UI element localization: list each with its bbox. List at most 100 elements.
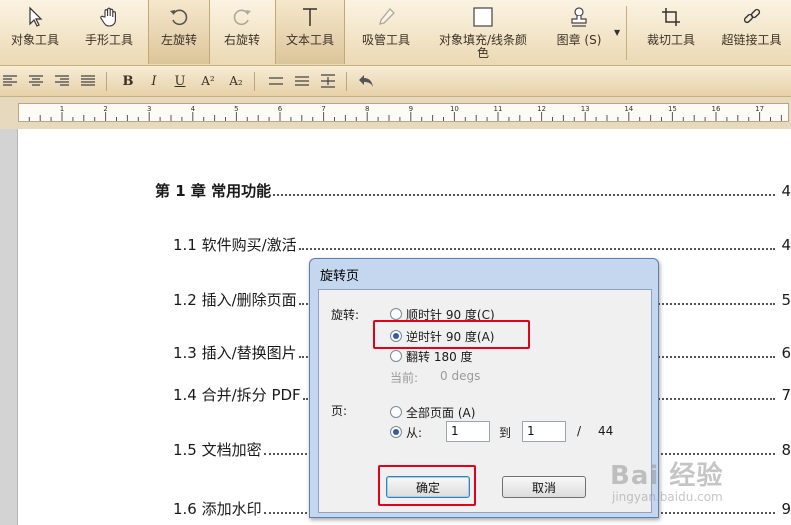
stamp-dropdown-arrow-icon[interactable]: ▼: [614, 28, 620, 37]
ruler-number: 17: [755, 105, 764, 113]
toc-entry[interactable]: 第 1 章 常用功能 4: [155, 180, 791, 201]
all-pages-radio[interactable]: [390, 406, 402, 418]
line-spacing-double-icon[interactable]: [292, 71, 312, 91]
superscript-button[interactable]: A²: [198, 71, 218, 91]
pages-label: 页:: [331, 404, 348, 418]
toc-title: 第 1 章 常用功能: [155, 182, 272, 200]
watermark-brand: Bai 经验: [610, 461, 724, 491]
from-page-input[interactable]: 1: [446, 421, 490, 442]
align-left-icon[interactable]: [0, 71, 20, 91]
ruler-number: 7: [321, 105, 325, 113]
hyperlink-icon: [741, 0, 763, 34]
to-page-input[interactable]: 1: [522, 421, 566, 442]
rotate-left-button[interactable]: 左旋转: [148, 0, 210, 64]
fill-color-button[interactable]: 对象填充/线条颜色: [428, 0, 538, 64]
eyedropper-button[interactable]: 吸管工具: [348, 0, 424, 64]
subscript-button[interactable]: A₂: [226, 71, 246, 91]
toc-leader-dots: [298, 248, 776, 250]
hyperlink-tool-label: 超链接工具: [721, 33, 782, 47]
flip-180-radio[interactable]: [390, 350, 402, 362]
ruler-ticks: 1 2 3 4 5 6 7 8 9 10 11 12 13 14 15 16 17: [28, 105, 782, 121]
ruler-number: 12: [537, 105, 546, 113]
italic-button[interactable]: I: [144, 71, 164, 91]
total-pages-value: 44: [598, 424, 614, 438]
ruler-number: 9: [409, 105, 413, 113]
text-tool-label: 文本工具: [285, 33, 334, 47]
fill-color-label: 对象填充/线条颜色: [438, 33, 528, 60]
rotate-left-label: 左旋转: [160, 33, 197, 47]
format-toolbar: B I U A² A₂: [0, 66, 791, 97]
object-tool-label: 对象工具: [10, 33, 59, 47]
object-tool-button[interactable]: 对象工具: [0, 0, 70, 64]
underline-button[interactable]: U: [170, 71, 190, 91]
align-right-icon[interactable]: [52, 71, 72, 91]
rotate-right-label: 右旋转: [223, 33, 260, 47]
ruler-number: 10: [450, 105, 459, 113]
main-toolbar: 对象工具 手形工具 左旋转 右旋转 文本工具 吸管工具 对象填充/线条颜色 图章…: [0, 0, 791, 66]
page-separator-slash: /: [577, 424, 582, 438]
line-spacing-single-icon[interactable]: [266, 71, 286, 91]
format-separator: [106, 72, 107, 91]
toc-title: 1.6 添加水印: [173, 500, 262, 518]
eyedropper-label: 吸管工具: [361, 33, 410, 47]
current-rotation-label: 当前:: [390, 371, 419, 385]
rotate-left-icon: [168, 0, 190, 34]
text-tool-icon: [299, 0, 321, 34]
ruler-number: 14: [624, 105, 633, 113]
toc-title: 1.5 文档加密: [173, 441, 262, 459]
stamp-label: 图章 (S): [556, 33, 602, 47]
ruler-number: 13: [581, 105, 590, 113]
flip-180-label[interactable]: 翻转 180 度: [406, 348, 473, 365]
toc-title: 1.4 合并/拆分 PDF: [173, 386, 301, 404]
toc-title: 1.3 插入/替换图片: [173, 344, 297, 362]
hyperlink-tool-button[interactable]: 超链接工具: [712, 0, 791, 64]
paragraph-spacing-icon[interactable]: [318, 71, 338, 91]
eyedropper-icon: [375, 0, 397, 34]
toc-page-number: 9: [781, 500, 791, 518]
toolbar-separator: [626, 6, 627, 60]
toc-page-number: 5: [781, 291, 791, 309]
ruler-number: 2: [103, 105, 107, 113]
text-tool-button[interactable]: 文本工具: [275, 0, 345, 64]
bold-button[interactable]: B: [118, 71, 138, 91]
crop-tool-label: 裁切工具: [646, 33, 695, 47]
dialog-title: 旋转页: [320, 269, 360, 284]
toc-entry[interactable]: 1.1 软件购买/激活 4: [173, 234, 791, 255]
rotate-page-dialog: 旋转页 旋转: 顺时针 90 度(C) 逆时针 90 度(A) 翻转 180 度…: [309, 258, 659, 518]
toc-title: 1.1 软件购买/激活: [173, 236, 297, 254]
toc-page-number: 8: [781, 441, 791, 459]
all-pages-label[interactable]: 全部页面 (A): [406, 404, 475, 421]
watermark-url: jingyan.baidu.com: [612, 490, 723, 504]
rotate-right-button[interactable]: 右旋转: [211, 0, 273, 64]
toc-page-number: 6: [781, 344, 791, 362]
hand-tool-button[interactable]: 手形工具: [72, 0, 146, 64]
hand-tool-label: 手形工具: [84, 33, 133, 47]
align-center-icon[interactable]: [26, 71, 46, 91]
ruler-number: 5: [234, 105, 238, 113]
highlight-counterclockwise-option: [373, 320, 530, 349]
horizontal-ruler: 1 2 3 4 5 6 7 8 9 10 11 12 13 14 15 16 17: [0, 97, 791, 129]
toc-page-number: 4: [781, 236, 791, 254]
current-rotation-value: 0 degs: [440, 369, 481, 383]
watermark-logo: Bai 经验 jingyan.baidu.com: [610, 455, 723, 504]
document-left-margin: [0, 129, 18, 525]
clockwise-radio[interactable]: [390, 308, 402, 320]
cancel-button[interactable]: 取消: [502, 476, 586, 498]
page-range-radio[interactable]: [390, 426, 402, 438]
highlight-ok-button: [378, 465, 476, 506]
pointer-icon: [25, 0, 45, 34]
toc-leader-dots: [273, 194, 776, 196]
to-label: 到: [499, 426, 512, 440]
stamp-button[interactable]: 图章 (S): [548, 0, 610, 64]
align-justify-icon[interactable]: [78, 71, 98, 91]
crop-tool-button[interactable]: 裁切工具: [636, 0, 706, 64]
toc-title: 1.2 插入/删除页面: [173, 291, 297, 309]
undo-arrow-icon[interactable]: [356, 71, 376, 91]
format-separator: [254, 72, 255, 91]
ruler-number: 11: [494, 105, 503, 113]
format-separator: [346, 72, 347, 91]
stamp-icon: [568, 0, 590, 34]
ruler-number: 16: [712, 105, 721, 113]
toc-page-number: 4: [781, 182, 791, 200]
fill-color-icon: [472, 0, 494, 34]
